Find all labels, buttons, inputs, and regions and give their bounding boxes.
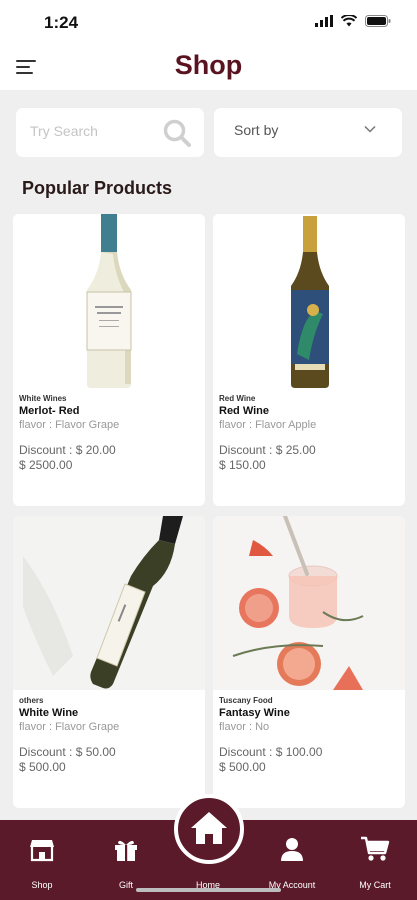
- product-image: [13, 214, 205, 388]
- wifi-icon: [341, 15, 357, 27]
- status-bar: 1:24: [0, 0, 417, 44]
- search-box: [16, 108, 204, 157]
- home-icon: [191, 812, 227, 844]
- product-flavor: flavor : Flavor Grape: [19, 721, 120, 733]
- search-input[interactable]: [30, 123, 160, 139]
- product-flavor: flavor : Flavor Apple: [219, 419, 317, 431]
- product-card[interactable]: Red Wine Red Wine flavor : Flavor Apple …: [213, 214, 405, 506]
- product-name: Red Wine: [219, 405, 270, 417]
- home-indicator: [136, 888, 281, 892]
- status-time: 1:24: [44, 13, 79, 32]
- signal-icon: [315, 15, 333, 27]
- gift-icon: [115, 840, 137, 861]
- product-image: [13, 516, 205, 690]
- shop-icon: [30, 840, 54, 862]
- product-card[interactable]: others White Wine flavor : Flavor Grape …: [13, 516, 205, 808]
- product-discount: Discount : $ 50.00: [19, 745, 116, 759]
- nav-label: My Cart: [359, 880, 391, 890]
- product-price: $ 500.00: [219, 760, 266, 774]
- product-discount: Discount : $ 20.00: [19, 443, 116, 457]
- product-card[interactable]: Tuscany Food Fantasy Wine flavor : No Di…: [213, 516, 405, 808]
- product-category: Red Wine: [219, 394, 256, 403]
- product-price: $ 2500.00: [19, 458, 73, 472]
- product-image: [213, 516, 405, 690]
- sort-label: Sort by: [234, 122, 279, 138]
- cart-icon: [361, 836, 390, 861]
- battery-icon: [365, 15, 391, 27]
- nav-label: Shop: [31, 880, 53, 890]
- product-flavor: flavor : Flavor Grape: [19, 419, 120, 431]
- app-header: Shop: [0, 44, 417, 90]
- chevron-down-icon: [364, 125, 376, 133]
- nav-cart[interactable]: My Cart: [333, 820, 417, 900]
- sort-dropdown[interactable]: Sort by: [214, 108, 402, 157]
- product-flavor: flavor : No: [219, 721, 270, 733]
- product-card[interactable]: White Wines Merlot- Red flavor : Flavor …: [13, 214, 205, 506]
- product-name: Fantasy Wine: [219, 707, 290, 719]
- product-price: $ 500.00: [19, 760, 66, 774]
- product-discount: Discount : $ 100.00: [219, 745, 323, 759]
- nav-shop[interactable]: Shop: [0, 820, 84, 900]
- search-icon[interactable]: [162, 118, 192, 148]
- product-name: White Wine: [19, 707, 79, 719]
- nav-home-button[interactable]: [174, 794, 244, 864]
- product-image: [213, 214, 405, 388]
- product-discount: Discount : $ 25.00: [219, 443, 316, 457]
- status-icons: [315, 15, 391, 27]
- section-title: Popular Products: [22, 178, 173, 198]
- account-icon: [281, 838, 303, 861]
- product-name: Merlot- Red: [19, 405, 80, 417]
- product-category: Tuscany Food: [219, 696, 273, 705]
- page-title: Shop: [174, 50, 243, 80]
- product-category: White Wines: [19, 394, 67, 403]
- product-category: others: [19, 696, 44, 705]
- product-price: $ 150.00: [219, 458, 266, 472]
